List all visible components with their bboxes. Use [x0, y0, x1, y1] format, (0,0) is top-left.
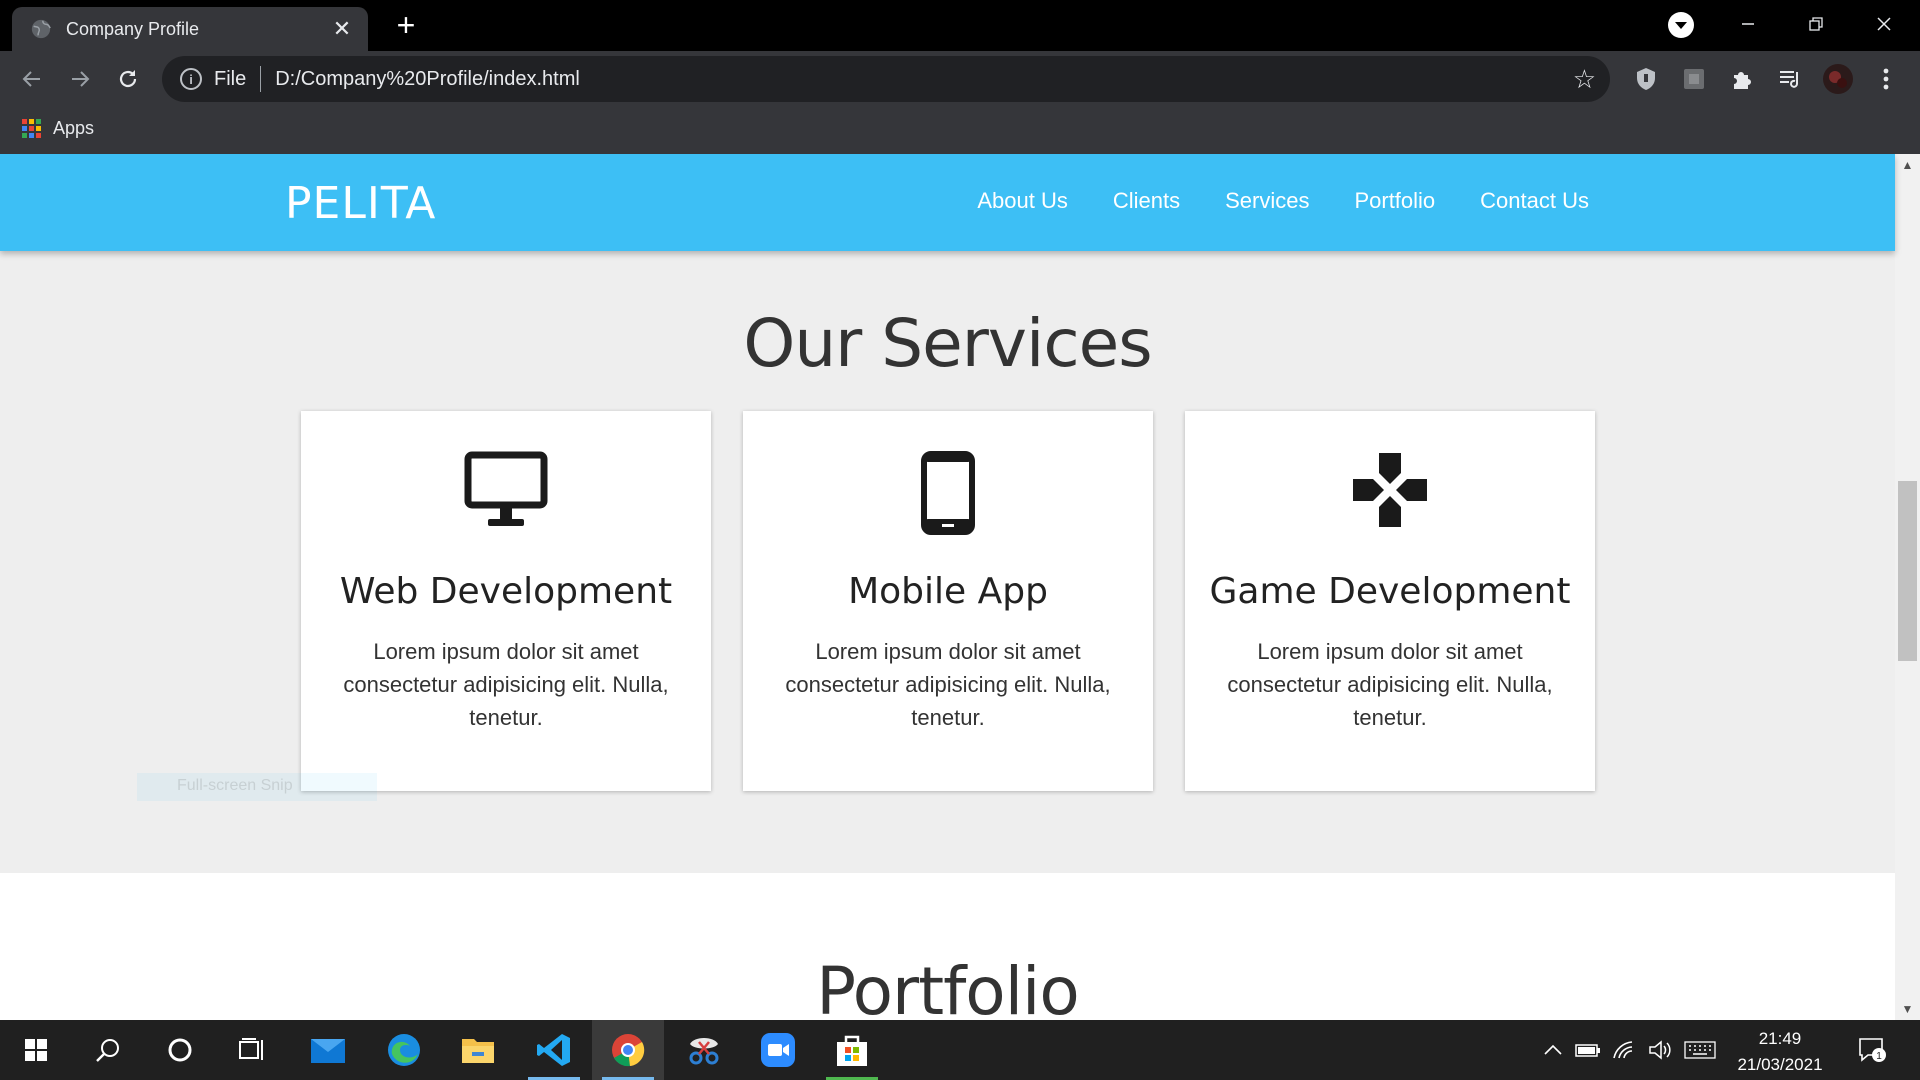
puzzle-icon[interactable] — [1726, 63, 1758, 95]
avatar[interactable] — [1822, 63, 1854, 95]
url-scheme-label: File — [214, 67, 247, 90]
cortana-icon[interactable] — [144, 1020, 216, 1080]
service-title: Mobile App — [848, 571, 1048, 612]
tray-overflow-icon[interactable] — [1538, 1020, 1568, 1080]
scrollbar-thumb[interactable] — [1898, 481, 1917, 661]
shield-extension-icon[interactable] — [1630, 63, 1662, 95]
service-title: Game Development — [1209, 571, 1571, 612]
service-description: Lorem ipsum dolor sit amet consectetur a… — [785, 639, 1111, 730]
site-menu: About Us Clients Services Portfolio Cont… — [932, 188, 1589, 214]
service-description: Lorem ipsum dolor sit amet consectetur a… — [343, 639, 669, 730]
back-icon[interactable] — [14, 61, 50, 97]
site-navbar: PELITA About Us Clients Services Portfol… — [0, 154, 1895, 251]
vscode-icon[interactable] — [518, 1020, 590, 1080]
notification-center-icon[interactable]: 1 — [1852, 1020, 1892, 1080]
notification-count: 1 — [1876, 1051, 1882, 1062]
service-title: Web Development — [339, 571, 673, 612]
snip-ghost-overlay: Full-screen Snip — [137, 773, 377, 801]
wifi-icon[interactable] — [1608, 1020, 1640, 1080]
windows-taskbar: 21:49 21/03/2021 1 — [0, 1020, 1920, 1080]
nav-contact-us[interactable]: Contact Us — [1480, 188, 1589, 214]
gamepad-icon — [1185, 451, 1595, 535]
service-card-mobile: Mobile App Lorem ipsum dolor sit amet co… — [743, 411, 1153, 791]
portfolio-heading: Portfolio — [816, 953, 1080, 1020]
address-bar[interactable]: i File D:/Company%20Profile/index.html ☆ — [162, 56, 1610, 102]
extension-icon[interactable] — [1678, 63, 1710, 95]
tab-search-icon[interactable] — [1668, 12, 1694, 38]
chrome-app-icon[interactable] — [592, 1020, 664, 1080]
new-tab-button[interactable]: + — [390, 9, 422, 42]
zoom-app-icon[interactable] — [742, 1020, 814, 1080]
page-scrollbar[interactable]: ▲ ▼ — [1895, 154, 1920, 1020]
browser-tab[interactable]: Company Profile ✕ — [12, 7, 368, 51]
service-description: Lorem ipsum dolor sit amet consectetur a… — [1227, 639, 1553, 730]
tab-close-icon[interactable]: ✕ — [330, 16, 354, 41]
bookmark-star-icon[interactable]: ☆ — [1573, 64, 1596, 95]
nav-portfolio[interactable]: Portfolio — [1354, 188, 1435, 214]
snip-sketch-icon[interactable] — [668, 1020, 740, 1080]
window-close-icon[interactable] — [1860, 6, 1908, 42]
edge-browser-icon[interactable] — [368, 1020, 440, 1080]
services-section: Our Services Web Development Lorem ipsum… — [0, 251, 1895, 873]
url-divider — [260, 66, 262, 92]
file-explorer-icon[interactable] — [442, 1020, 514, 1080]
site-info-icon[interactable]: i — [180, 68, 202, 90]
apps-label: Apps — [53, 118, 95, 138]
globe-icon — [31, 19, 51, 39]
bookmarks-bar: Apps — [0, 106, 1920, 154]
restore-icon[interactable] — [1792, 6, 1840, 42]
taskbar-search-icon[interactable] — [72, 1020, 144, 1080]
media-control-icon[interactable] — [1774, 63, 1806, 95]
nav-services[interactable]: Services — [1225, 188, 1309, 214]
browser-menu-icon[interactable] — [1870, 63, 1902, 95]
desktop-icon — [301, 451, 711, 535]
scroll-up-icon[interactable]: ▲ — [1895, 158, 1920, 172]
clock-time: 21:49 — [1758, 1029, 1802, 1048]
browser-toolbar: i File D:/Company%20Profile/index.html ☆ — [0, 51, 1920, 106]
services-heading: Our Services — [743, 305, 1152, 382]
page-viewport: PELITA About Us Clients Services Portfol… — [0, 154, 1920, 1020]
forward-icon[interactable] — [62, 61, 98, 97]
mobile-icon — [743, 451, 1153, 535]
site-brand[interactable]: PELITA — [285, 178, 436, 229]
tab-title: Company Profile — [66, 18, 200, 39]
nav-clients[interactable]: Clients — [1113, 188, 1180, 214]
store-app-icon[interactable] — [816, 1020, 888, 1080]
windows-start-icon[interactable] — [0, 1020, 72, 1080]
minimize-icon[interactable] — [1724, 6, 1772, 42]
nav-about-us[interactable]: About Us — [977, 188, 1068, 214]
bookmark-apps[interactable]: Apps — [22, 118, 94, 139]
service-card-web: Web Development Lorem ipsum dolor sit am… — [301, 411, 711, 791]
taskbar-clock[interactable]: 21:49 21/03/2021 — [1720, 1026, 1840, 1078]
keyboard-icon[interactable] — [1682, 1020, 1718, 1080]
clock-date: 21/03/2021 — [1737, 1055, 1823, 1074]
reload-icon[interactable] — [110, 61, 146, 97]
service-card-game: Game Development Lorem ipsum dolor sit a… — [1185, 411, 1595, 791]
scroll-down-icon[interactable]: ▼ — [1895, 1002, 1920, 1016]
mail-app-icon[interactable] — [292, 1020, 364, 1080]
portfolio-section: Portfolio — [0, 873, 1895, 1020]
task-view-icon[interactable] — [216, 1020, 288, 1080]
battery-icon[interactable] — [1572, 1020, 1604, 1080]
browser-tab-strip: Company Profile ✕ + — [0, 0, 1920, 51]
url-text[interactable]: D:/Company%20Profile/index.html — [275, 68, 580, 91]
volume-icon[interactable] — [1644, 1020, 1676, 1080]
apps-grid-icon — [22, 119, 41, 138]
